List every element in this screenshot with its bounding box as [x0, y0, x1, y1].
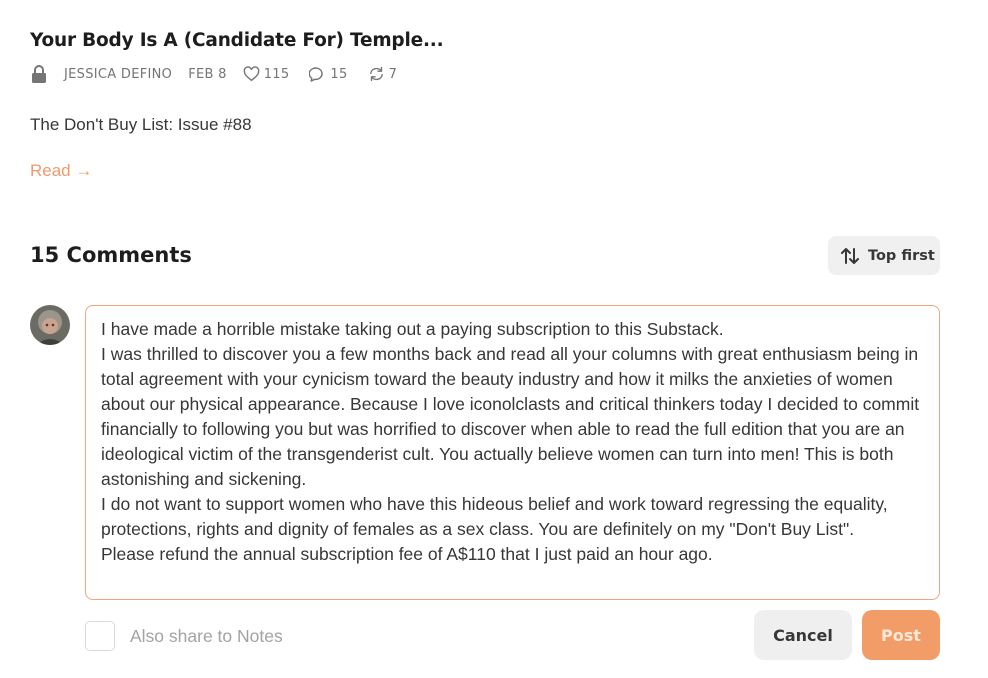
read-link[interactable]: Read → — [30, 161, 92, 181]
lock-icon — [32, 65, 46, 83]
post-meta: JESSICA DEFINO FEB 8 115 15 7 — [30, 64, 417, 84]
post-author[interactable]: JESSICA DEFINO — [64, 67, 172, 82]
sort-arrows-icon — [841, 247, 859, 264]
post-button[interactable]: Post — [862, 610, 940, 660]
sort-label: Top first — [868, 247, 935, 264]
user-avatar[interactable] — [30, 305, 70, 345]
sort-button[interactable]: Top first — [828, 236, 940, 275]
avatar-image — [30, 305, 70, 345]
post-title[interactable]: Your Body Is A (Candidate For) Temple... — [30, 30, 444, 51]
heart-icon — [243, 66, 260, 82]
comment-count[interactable]: 15 — [309, 66, 347, 82]
comment-icon — [309, 67, 324, 82]
post-subtitle: The Don't Buy List: Issue #88 — [30, 115, 252, 134]
like-count[interactable]: 115 — [243, 66, 290, 82]
post-date: FEB 8 — [188, 66, 227, 82]
restack-icon — [369, 66, 383, 82]
share-to-notes-label[interactable]: Also share to Notes — [130, 626, 283, 647]
restack-count[interactable]: 7 — [368, 66, 398, 82]
comment-textarea[interactable]: I have made a horrible mistake taking ou… — [85, 305, 940, 600]
comments-heading: 15 Comments — [30, 243, 192, 267]
share-to-notes-checkbox[interactable] — [85, 621, 115, 651]
cancel-button[interactable]: Cancel — [754, 610, 852, 660]
like-count-value: 115 — [263, 66, 290, 82]
restack-count-value: 7 — [388, 66, 398, 82]
comment-count-value: 15 — [330, 66, 348, 82]
